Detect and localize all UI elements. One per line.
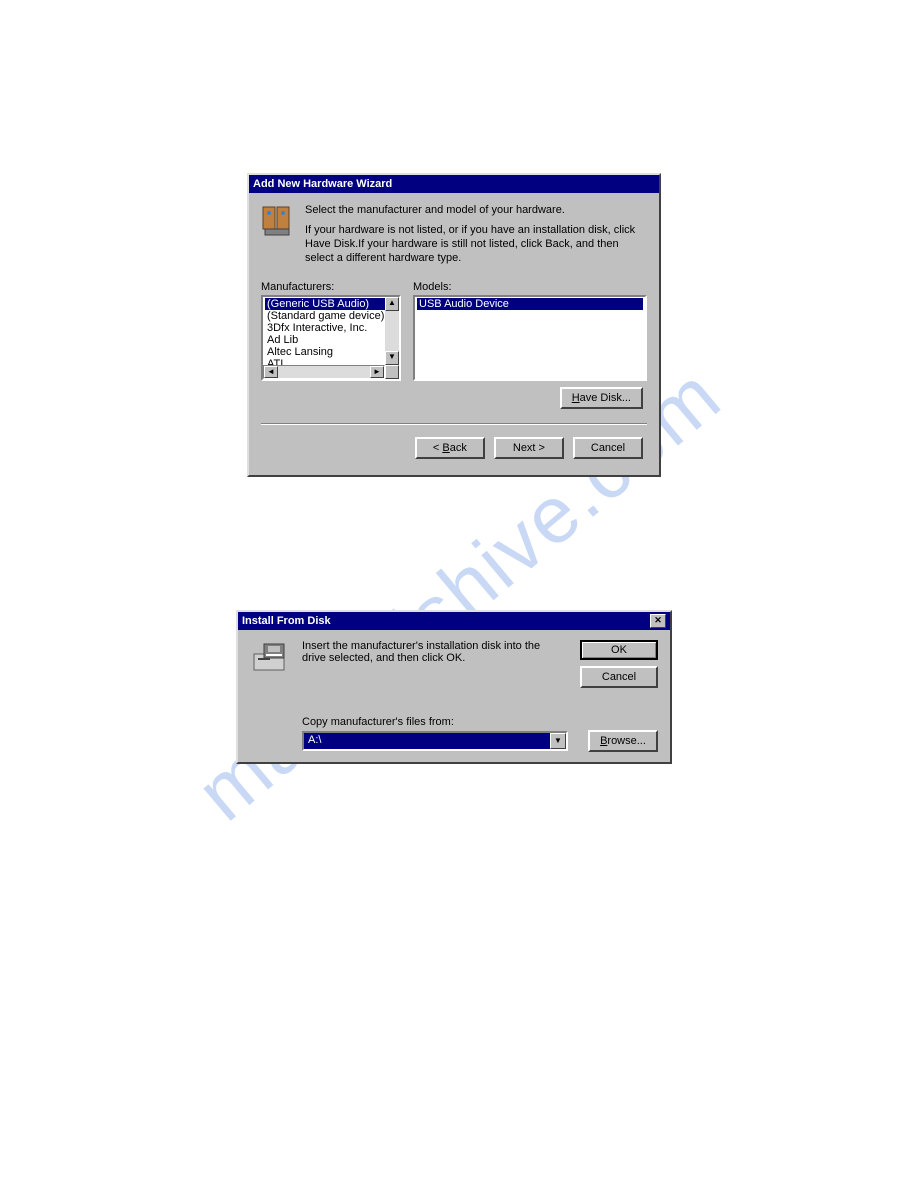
cancel-button[interactable]: Cancel (580, 666, 658, 688)
scroll-right-icon[interactable]: ► (370, 366, 384, 378)
add-hardware-wizard-dialog: Add New Hardware Wizard Select the manuf… (247, 173, 661, 477)
scroll-corner (385, 365, 399, 379)
disk-icon (250, 640, 290, 676)
ok-button[interactable]: OK (580, 640, 658, 660)
manufacturers-label: Manufacturers: (261, 281, 401, 293)
list-item[interactable]: (Standard game device) (265, 310, 385, 322)
dialog-title: Install From Disk (242, 615, 331, 627)
models-label: Models: (413, 281, 647, 293)
intro-line-1: Select the manufacturer and model of you… (305, 203, 647, 217)
dialog-title: Add New Hardware Wizard (253, 178, 392, 190)
back-button[interactable]: < Back (415, 437, 485, 459)
have-disk-button[interactable]: Have Disk... (560, 387, 643, 409)
next-button[interactable]: Next > (494, 437, 564, 459)
titlebar: Add New Hardware Wizard (249, 175, 659, 193)
list-item[interactable]: 3Dfx Interactive, Inc. (265, 322, 385, 334)
scroll-down-icon[interactable]: ▼ (385, 351, 399, 365)
chevron-down-icon[interactable]: ▼ (550, 733, 566, 749)
path-combobox[interactable]: A:\ ▼ (302, 731, 568, 751)
list-item[interactable]: USB Audio Device (417, 298, 643, 310)
list-item[interactable]: (Generic USB Audio) (265, 298, 385, 310)
list-item[interactable]: Ad Lib (265, 334, 385, 346)
scroll-left-icon[interactable]: ◄ (264, 366, 278, 378)
close-icon[interactable]: ✕ (650, 614, 666, 628)
copy-from-label: Copy manufacturer's files from: (302, 716, 658, 728)
models-listbox[interactable]: USB Audio Device (413, 295, 647, 381)
hardware-icon (261, 203, 293, 237)
manufacturers-listbox[interactable]: (Generic USB Audio) (Standard game devic… (261, 295, 401, 381)
instruction-text: Insert the manufacturer's installation d… (302, 640, 568, 688)
intro-line-2: If your hardware is not listed, or if yo… (305, 223, 647, 265)
browse-button[interactable]: Browse... (588, 730, 658, 752)
horizontal-scrollbar[interactable]: ◄ ► (263, 365, 385, 379)
vertical-scrollbar[interactable]: ▲ ▼ (385, 297, 399, 365)
install-from-disk-dialog: Install From Disk ✕ Insert the manufactu… (236, 610, 672, 764)
cancel-button[interactable]: Cancel (573, 437, 643, 459)
scroll-track[interactable] (385, 311, 399, 351)
scroll-up-icon[interactable]: ▲ (385, 297, 399, 311)
titlebar: Install From Disk ✕ (238, 612, 670, 630)
path-input[interactable]: A:\ (304, 733, 550, 749)
list-item[interactable]: Altec Lansing (265, 346, 385, 358)
intro-text: Select the manufacturer and model of you… (305, 203, 647, 271)
separator (261, 423, 647, 425)
